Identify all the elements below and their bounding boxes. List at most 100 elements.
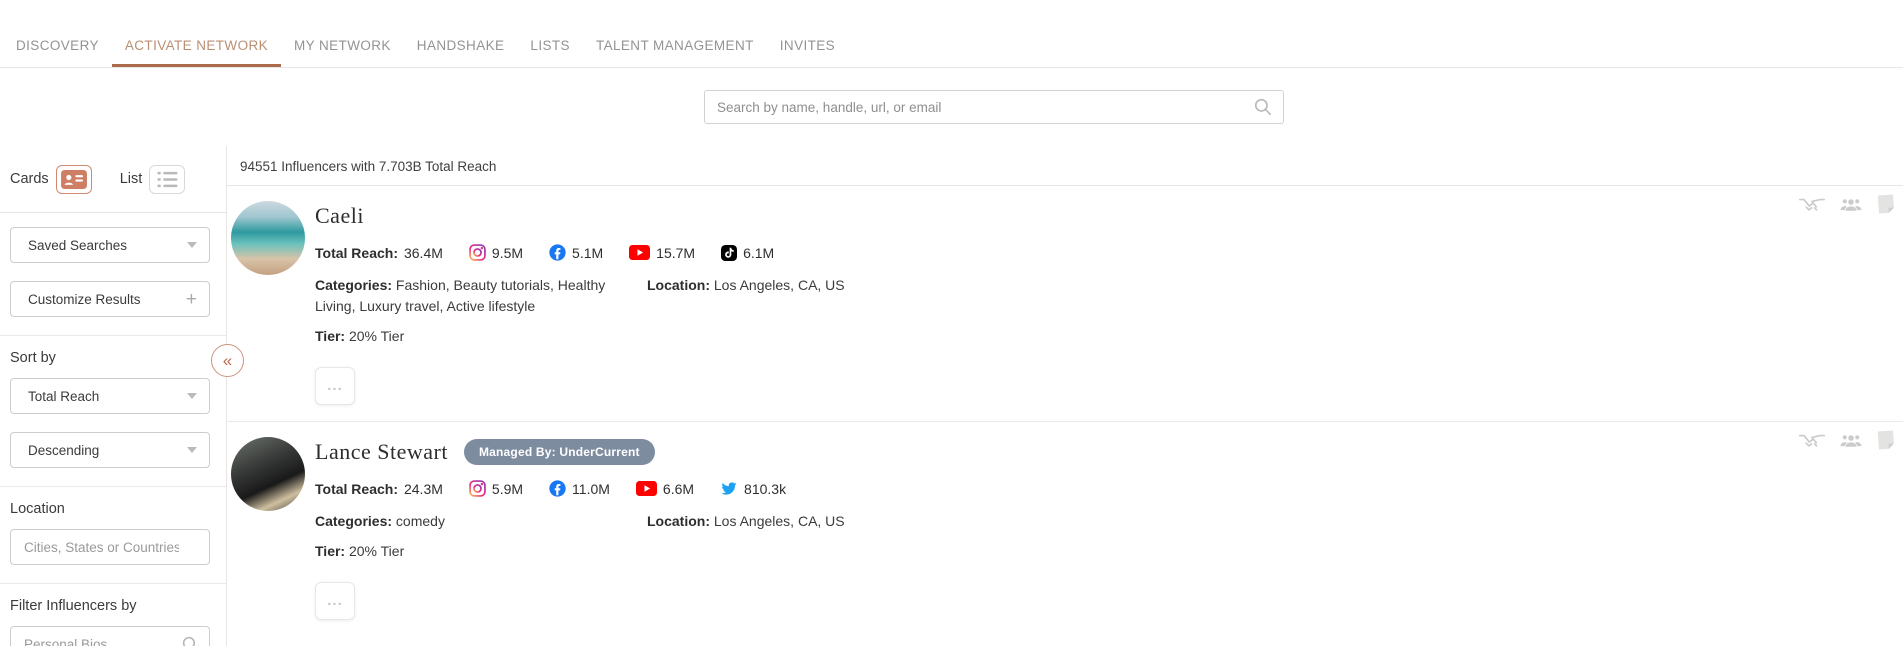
instagram-stat: 5.9M	[469, 480, 523, 497]
search-settings-section: Saved Searches Customize Results +	[0, 213, 226, 336]
card-actions	[1799, 430, 1895, 450]
sort-direction-dropdown[interactable]: Descending	[10, 432, 210, 468]
sort-field-value: Total Reach	[28, 388, 100, 404]
categories-label: Categories:	[315, 277, 396, 293]
saved-searches-dropdown[interactable]: Saved Searches	[10, 227, 210, 263]
list-view-button[interactable]	[149, 164, 186, 194]
customize-results-label: Customize Results	[28, 291, 141, 307]
note-icon[interactable]	[1877, 430, 1895, 450]
facebook-reach-value: 11.0M	[572, 480, 610, 497]
avatar[interactable]	[231, 201, 305, 275]
search-icon	[1253, 97, 1273, 117]
list-view-label: List	[119, 171, 143, 187]
customize-results-button[interactable]: Customize Results +	[10, 281, 210, 317]
tab-discovery[interactable]: DISCOVERY	[3, 0, 112, 67]
youtube-stat: 15.7M	[629, 245, 695, 261]
tier-label: Tier:	[315, 543, 349, 559]
instagram-reach-value: 5.9M	[491, 480, 524, 497]
categories-label: Categories:	[315, 513, 396, 529]
tab-activate-network[interactable]: ACTIVATE NETWORK	[111, 0, 282, 67]
location-value: Los Angeles, CA, US	[713, 513, 845, 529]
total-reach-value: 36.4M	[403, 244, 443, 261]
youtube-stat: 6.6M	[635, 480, 695, 497]
tab-talent-management[interactable]: TALENT MANAGEMENT	[583, 0, 767, 67]
location-label: Location:	[647, 277, 714, 293]
tab-invites[interactable]: INVITES	[767, 0, 848, 67]
tiktok-icon	[721, 244, 738, 261]
facebook-icon	[549, 480, 566, 497]
instagram-reach-value: 9.5M	[491, 244, 524, 261]
tier-value: 20% Tier	[348, 328, 405, 344]
facebook-stat: 11.0M	[549, 480, 610, 497]
youtube-icon	[629, 245, 651, 260]
chevron-down-icon	[187, 242, 197, 248]
content-area: Cards List Saved Searches Customize Resu…	[0, 146, 1903, 646]
facebook-icon	[549, 244, 566, 261]
instagram-icon	[469, 480, 486, 497]
tier-label: Tier:	[315, 328, 349, 344]
chevron-down-icon	[187, 393, 197, 399]
tab-label: INVITES	[779, 37, 836, 53]
note-icon[interactable]	[1877, 194, 1895, 214]
collapse-sidebar-button[interactable]: «	[211, 344, 244, 377]
total-reach-value: 24.3M	[403, 480, 443, 497]
search-row	[0, 68, 1903, 146]
location-label: Location:	[647, 513, 714, 529]
tier-value: 20% Tier	[348, 543, 405, 559]
categories-value: comedy	[395, 513, 445, 529]
users-icon[interactable]	[1840, 433, 1862, 448]
influencer-card: Caeli Total Reach: 36.4M 9.5M 5.1M 15.7M 6.…	[227, 186, 1903, 422]
twitter-icon	[720, 481, 738, 496]
instagram-icon	[469, 244, 486, 261]
tiktok-reach-value: 6.1M	[743, 244, 775, 261]
results-area: 94551 Influencers with 7.703B Total Reac…	[227, 146, 1903, 646]
total-reach-label: Total Reach:	[315, 480, 398, 497]
tiktok-stat: 6.1M	[721, 244, 775, 261]
influencer-name[interactable]: Lance Stewart	[315, 439, 448, 465]
saved-searches-label: Saved Searches	[28, 237, 128, 253]
twitter-reach-value: 810.3k	[744, 480, 787, 497]
more-options-button[interactable]: ...	[315, 367, 355, 405]
tab-label: MY NETWORK	[294, 37, 391, 53]
location-value: Los Angeles, CA, US	[713, 277, 845, 293]
sort-direction-value: Descending	[28, 442, 100, 458]
tab-lists[interactable]: LISTS	[517, 0, 583, 67]
list-icon	[156, 170, 179, 189]
top-navigation: DISCOVERY ACTIVATE NETWORK MY NETWORK HANDS…	[0, 0, 1903, 68]
youtube-reach-value: 6.6M	[662, 480, 695, 497]
handshake-icon[interactable]	[1799, 432, 1825, 449]
managed-by-badge: Managed By: UnderCurrent	[463, 439, 655, 465]
avatar[interactable]	[231, 437, 305, 511]
reach-stats-row: Total Reach: 24.3M 5.9M 11.0M 6.6M 810.3k	[315, 480, 1903, 497]
search-box[interactable]	[704, 90, 1284, 124]
instagram-stat: 9.5M	[469, 244, 523, 261]
filter-section: Filter Influencers by	[0, 584, 226, 646]
handshake-icon[interactable]	[1799, 196, 1825, 213]
tab-label: TALENT MANAGEMENT	[595, 37, 754, 53]
influencer-name[interactable]: Caeli	[315, 203, 364, 229]
cards-view-button[interactable]	[55, 164, 92, 194]
facebook-reach-value: 5.1M	[572, 244, 604, 261]
plus-icon: +	[185, 288, 197, 310]
search-icon	[181, 635, 200, 646]
tab-handshake[interactable]: HANDSHAKE	[404, 0, 518, 67]
cards-view-label: Cards	[10, 171, 49, 187]
search-input[interactable]	[705, 99, 1253, 115]
tab-label: ACTIVATE NETWORK	[124, 37, 269, 53]
reach-stats-row: Total Reach: 36.4M 9.5M 5.1M 15.7M 6.1M	[315, 244, 1903, 261]
personal-bios-input[interactable]	[11, 627, 209, 646]
youtube-icon	[635, 481, 657, 496]
users-icon[interactable]	[1840, 197, 1862, 212]
tab-label: LISTS	[530, 37, 570, 53]
total-reach-label: Total Reach:	[315, 244, 398, 261]
cards-icon	[60, 169, 87, 189]
results-summary: 94551 Influencers with 7.703B Total Reac…	[227, 146, 1903, 186]
location-input[interactable]	[11, 530, 209, 564]
sort-by-label: Sort by	[10, 350, 56, 366]
influencer-card: Lance Stewart Managed By: UnderCurrent T…	[227, 422, 1903, 636]
sort-field-dropdown[interactable]: Total Reach	[10, 378, 210, 414]
tab-label: DISCOVERY	[16, 37, 99, 53]
view-toggle: Cards List	[0, 146, 226, 213]
tab-my-network[interactable]: MY NETWORK	[281, 0, 404, 67]
more-options-button[interactable]: ...	[315, 582, 355, 620]
